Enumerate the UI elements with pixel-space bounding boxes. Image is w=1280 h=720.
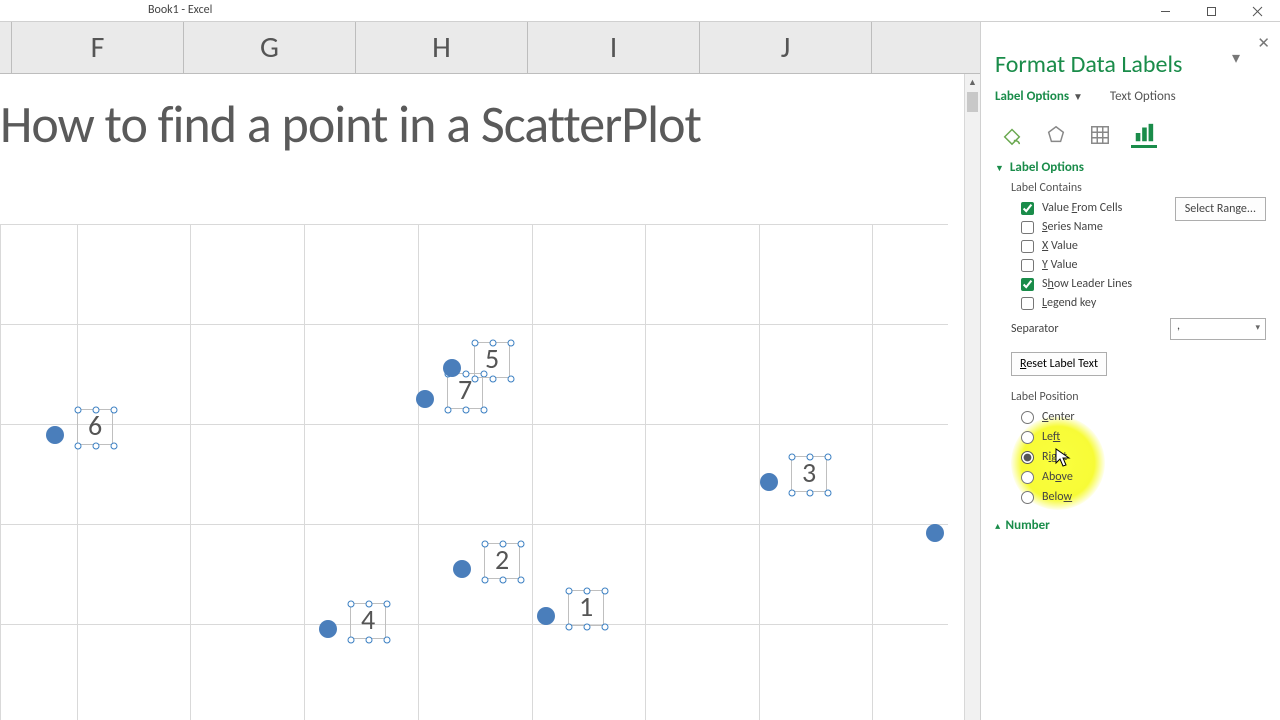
- column-header[interactable]: F: [12, 22, 184, 73]
- effects-icon[interactable]: [1043, 122, 1069, 148]
- data-label[interactable]: 5: [474, 342, 510, 378]
- tab-text-options[interactable]: Text Options: [1110, 89, 1176, 104]
- checkbox[interactable]: [1021, 221, 1034, 234]
- checkbox[interactable]: [1021, 259, 1034, 272]
- pane-options-dropdown-icon[interactable]: ▾: [1232, 48, 1240, 68]
- checkbox[interactable]: [1021, 202, 1034, 215]
- radio-below[interactable]: Below: [1021, 490, 1266, 504]
- scatter-point[interactable]: [416, 390, 434, 408]
- scatter-point[interactable]: [926, 524, 944, 542]
- plot-area[interactable]: 6 4 75 2 1 3: [0, 224, 948, 720]
- format-pane: ✕ Format Data Labels ▾ Label Options▼ Te…: [980, 22, 1280, 720]
- worksheet-area[interactable]: F G H I J How to find a point in a Scatt…: [0, 22, 980, 720]
- scroll-thumb[interactable]: [967, 92, 978, 112]
- select-range-button[interactable]: Select Range...: [1175, 197, 1266, 221]
- radio-center[interactable]: Center: [1021, 410, 1266, 424]
- minimize-button[interactable]: [1142, 0, 1188, 22]
- checkbox[interactable]: [1021, 297, 1034, 310]
- check-series-name[interactable]: Series Name: [1021, 220, 1266, 234]
- check-legend-key[interactable]: Legend key: [1021, 296, 1266, 310]
- column-header-stub[interactable]: [0, 22, 12, 73]
- scatter-point[interactable]: [453, 560, 471, 578]
- cursor-icon: [1055, 448, 1071, 472]
- vertical-scrollbar[interactable]: ▲: [964, 74, 980, 720]
- section-label-options[interactable]: ▼Label Options: [995, 160, 1266, 175]
- radio-right[interactable]: Right: [1021, 450, 1266, 464]
- maximize-button[interactable]: [1188, 0, 1234, 22]
- radio[interactable]: [1021, 411, 1034, 424]
- separator-label: Separator: [1011, 322, 1059, 336]
- check-leader-lines[interactable]: Show Leader Lines: [1021, 277, 1266, 291]
- radio-above[interactable]: Above: [1021, 470, 1266, 484]
- scroll-up-icon[interactable]: ▲: [965, 74, 980, 90]
- check-y-value[interactable]: Y Value: [1021, 258, 1266, 272]
- radio[interactable]: [1021, 491, 1034, 504]
- data-label[interactable]: 4: [350, 603, 386, 639]
- data-label[interactable]: 6: [77, 409, 113, 445]
- column-headers: F G H I J: [0, 22, 980, 74]
- scatter-point[interactable]: [443, 359, 461, 377]
- scatter-point[interactable]: [760, 473, 778, 491]
- data-label[interactable]: 3: [791, 456, 827, 492]
- scatter-point[interactable]: [46, 426, 64, 444]
- section-number[interactable]: ▸Number: [995, 518, 1266, 533]
- column-header[interactable]: J: [700, 22, 872, 73]
- pane-title: Format Data Labels: [995, 50, 1266, 79]
- column-header[interactable]: H: [356, 22, 528, 73]
- radio[interactable]: [1021, 471, 1034, 484]
- data-label[interactable]: 1: [568, 590, 604, 626]
- separator-select[interactable]: ,: [1170, 318, 1266, 340]
- label-contains-header: Label Contains: [1011, 181, 1266, 195]
- window-title: Book1 - Excel: [148, 3, 212, 17]
- chart-title[interactable]: How to find a point in a ScatterPlot: [0, 92, 701, 156]
- label-options-icon[interactable]: [1131, 122, 1157, 148]
- scatter-point[interactable]: [537, 607, 555, 625]
- reset-label-text-button[interactable]: Reset Label Text: [1011, 352, 1107, 376]
- close-button[interactable]: [1234, 0, 1280, 22]
- data-label[interactable]: 7: [447, 373, 483, 409]
- fill-line-icon[interactable]: [999, 122, 1025, 148]
- label-position-header: Label Position: [1011, 390, 1266, 404]
- checkbox[interactable]: [1021, 240, 1034, 253]
- radio-left[interactable]: Left: [1021, 430, 1266, 444]
- data-label[interactable]: 2: [484, 543, 520, 579]
- scatter-point[interactable]: [319, 620, 337, 638]
- radio[interactable]: [1021, 451, 1034, 464]
- check-value-from-cells[interactable]: Value From Cells Select Range...: [1021, 201, 1266, 215]
- check-x-value[interactable]: X Value: [1021, 239, 1266, 253]
- tab-label-options[interactable]: Label Options▼: [995, 89, 1086, 104]
- size-properties-icon[interactable]: [1087, 122, 1113, 148]
- chart[interactable]: How to find a point in a ScatterPlot 6 4 7…: [0, 74, 980, 720]
- column-header[interactable]: G: [184, 22, 356, 73]
- close-icon[interactable]: ✕: [1257, 34, 1270, 53]
- column-header[interactable]: I: [528, 22, 700, 73]
- checkbox[interactable]: [1021, 278, 1034, 291]
- radio[interactable]: [1021, 431, 1034, 444]
- title-bar: Book1 - Excel: [0, 0, 1280, 22]
